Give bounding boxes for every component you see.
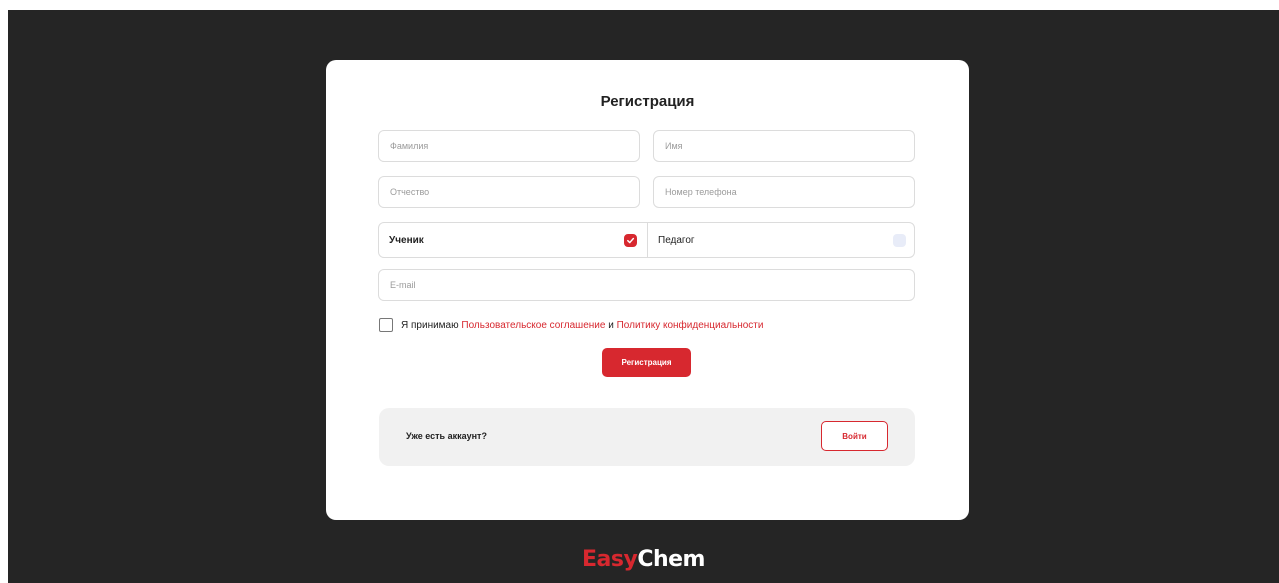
email-input[interactable]	[379, 270, 914, 300]
agreement-prefix: Я принимаю	[401, 319, 462, 331]
first-name-input[interactable]	[654, 131, 914, 161]
page-background: Регистрация Ученик Педагог	[8, 10, 1279, 583]
logo-chem: Chem	[637, 547, 705, 572]
agreement-checkbox[interactable]	[379, 318, 393, 332]
last-name-input[interactable]	[379, 131, 639, 161]
terms-link[interactable]: Пользовательское соглашение	[461, 320, 605, 331]
role-option-teacher[interactable]: Педагог	[647, 223, 916, 257]
role-option-student[interactable]: Ученик	[379, 223, 647, 257]
phone-input[interactable]	[654, 177, 914, 207]
easychem-logo: EasyChem	[8, 547, 1279, 572]
registration-card: Регистрация Ученик Педагог	[326, 60, 969, 520]
logo-easy: Easy	[582, 547, 638, 572]
role-label-student: Ученик	[389, 234, 424, 246]
role-label-teacher: Педагог	[658, 234, 695, 246]
role-selector: Ученик Педагог	[378, 222, 915, 258]
radio-unchecked-icon[interactable]	[893, 234, 906, 247]
middle-name-field[interactable]	[378, 176, 640, 208]
email-field[interactable]	[378, 269, 915, 301]
browser-top-strip	[0, 0, 1279, 10]
check-icon[interactable]	[624, 234, 637, 247]
last-name-field[interactable]	[378, 130, 640, 162]
register-button[interactable]: Регистрация	[602, 348, 691, 377]
login-panel: Уже есть аккаунт? Войти	[379, 408, 915, 466]
agreement-joiner: и	[605, 319, 617, 331]
first-name-field[interactable]	[653, 130, 915, 162]
privacy-link[interactable]: Политику конфиденциальности	[617, 320, 764, 331]
phone-field[interactable]	[653, 176, 915, 208]
middle-name-input[interactable]	[379, 177, 639, 207]
login-button[interactable]: Войти	[821, 421, 888, 451]
agreement-row: Я принимаю Пользовательское соглашение и…	[379, 317, 763, 333]
have-account-text: Уже есть аккаунт?	[406, 431, 487, 441]
form-title: Регистрация	[600, 93, 695, 110]
